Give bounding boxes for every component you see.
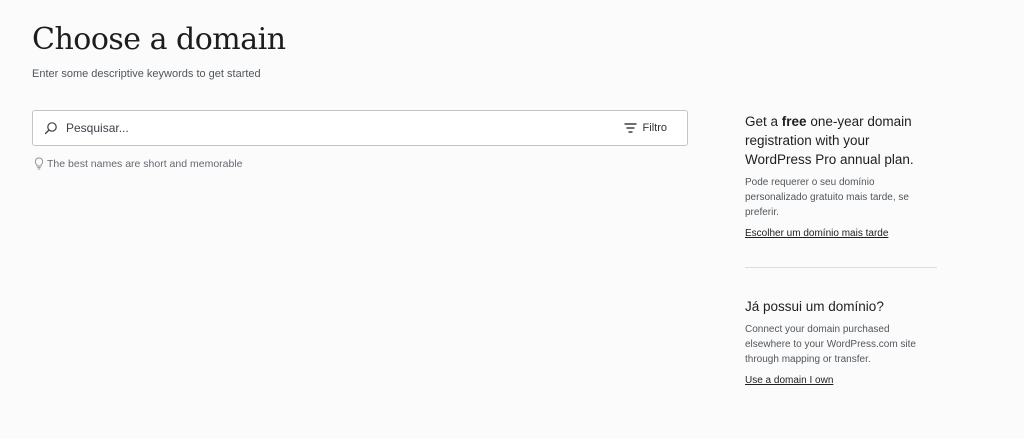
promo-description: Pode requerer o seu domínio personalizad…: [745, 177, 909, 218]
filter-button[interactable]: Filtro: [624, 122, 667, 134]
sidebar-divider: [745, 267, 937, 268]
search-hint: The best names are short and memorable: [34, 157, 243, 170]
own-domain-description: Connect your domain purchased elsewhere …: [745, 324, 916, 365]
hint-text: The best names are short and memorable: [47, 157, 243, 170]
lightbulb-icon: [34, 157, 44, 170]
filter-label: Filtro: [642, 122, 667, 134]
search-box[interactable]: Filtro: [32, 110, 688, 146]
page-subtitle: Enter some descriptive keywords to get s…: [32, 68, 261, 80]
search-icon: [44, 121, 58, 135]
choose-domain-later-link[interactable]: Escolher um domínio mais tarde: [745, 228, 888, 239]
filter-icon: [624, 123, 637, 133]
use-own-domain-link[interactable]: Use a domain I own: [745, 375, 833, 386]
promo-title-highlight: free: [781, 114, 807, 129]
promo-title: Get a free one-year domain registration …: [745, 112, 937, 169]
domain-sidebar: Get a free one-year domain registration …: [745, 112, 937, 388]
promo-title-prefix: Get a: [745, 114, 779, 129]
search-input[interactable]: [66, 121, 624, 135]
own-domain-title: Já possui um domínio?: [745, 299, 884, 314]
page-title: Choose a domain: [32, 22, 286, 57]
